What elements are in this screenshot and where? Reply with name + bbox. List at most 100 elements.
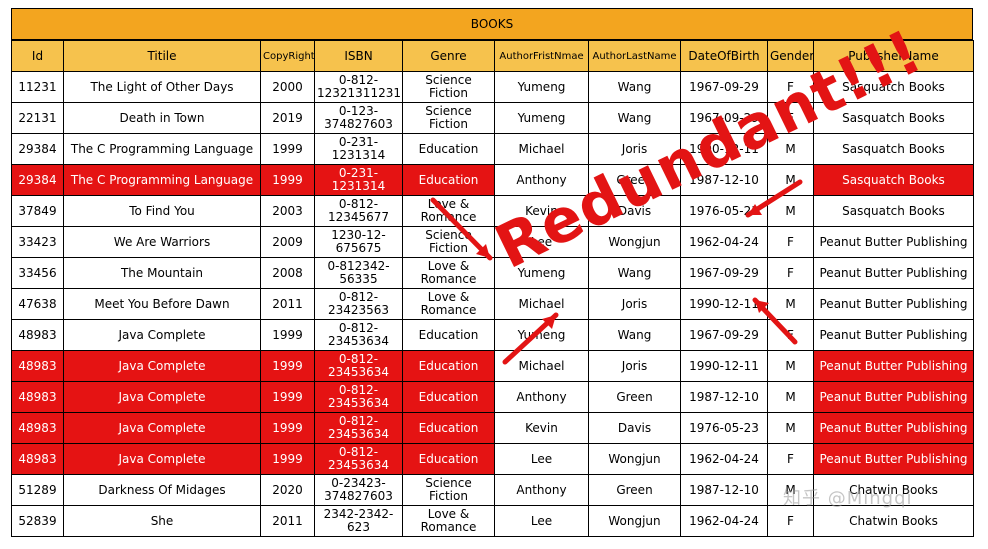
cell-author-last-name: Wongjun bbox=[588, 443, 681, 475]
header-genre: Genre bbox=[402, 40, 495, 72]
cell-title: Java Complete bbox=[63, 350, 261, 382]
cell-author-first-name: Lee bbox=[494, 505, 589, 537]
cell-publisher-name: Sasquatch Books bbox=[813, 133, 974, 165]
cell-id: 52839 bbox=[11, 505, 64, 537]
table-row: 29384 The C Programming Language 1999 0-231… bbox=[11, 164, 974, 196]
cell-author-last-name: Davis bbox=[588, 412, 681, 444]
cell-title: We Are Warriors bbox=[63, 226, 261, 258]
cell-isbn: 0-123-374827603 bbox=[314, 102, 403, 134]
header-date-of-birth: DateOfBirth bbox=[680, 40, 768, 72]
cell-author-last-name: Wang bbox=[588, 71, 681, 103]
header-author-last-name: AuthorLastName bbox=[588, 40, 681, 72]
cell-isbn: 0-812-23453634 bbox=[314, 412, 403, 444]
cell-publisher-name: Peanut Butter Publishing bbox=[813, 226, 974, 258]
cell-author-last-name: Wang bbox=[588, 257, 681, 289]
cell-genre: Science Fiction bbox=[402, 474, 495, 506]
cell-id: 48983 bbox=[11, 319, 64, 351]
cell-publisher-name: Peanut Butter Publishing bbox=[813, 350, 974, 382]
table-row: 48983 Java Complete 1999 0-812-23453634 Educ… bbox=[11, 350, 974, 382]
cell-gender: F bbox=[767, 319, 814, 351]
cell-title: Death in Town bbox=[63, 102, 261, 134]
cell-gender: M bbox=[767, 164, 814, 196]
cell-id: 22131 bbox=[11, 102, 64, 134]
cell-id: 33423 bbox=[11, 226, 64, 258]
cell-isbn: 0-812-23453634 bbox=[314, 443, 403, 475]
cell-copyright: 2011 bbox=[260, 505, 315, 537]
cell-author-first-name: Michael bbox=[494, 350, 589, 382]
cell-title: The Mountain bbox=[63, 257, 261, 289]
cell-genre: Education bbox=[402, 350, 495, 382]
cell-title: The C Programming Language bbox=[63, 133, 261, 165]
cell-genre: Education bbox=[402, 319, 495, 351]
cell-id: 48983 bbox=[11, 350, 64, 382]
cell-isbn: 0-231-1231314 bbox=[314, 164, 403, 196]
cell-copyright: 2011 bbox=[260, 288, 315, 320]
cell-isbn: 2342-2342-623 bbox=[314, 505, 403, 537]
table-title: BOOKS bbox=[11, 8, 973, 40]
cell-id: 47638 bbox=[11, 288, 64, 320]
cell-id: 33456 bbox=[11, 257, 64, 289]
cell-author-last-name: Joris bbox=[588, 288, 681, 320]
cell-date-of-birth: 1962-04-24 bbox=[680, 226, 768, 258]
cell-publisher-name: Peanut Butter Publishing bbox=[813, 412, 974, 444]
cell-publisher-name: Peanut Butter Publishing bbox=[813, 288, 974, 320]
cell-author-last-name: Wang bbox=[588, 319, 681, 351]
cell-date-of-birth: 1967-09-29 bbox=[680, 319, 768, 351]
watermark: 知乎 @Mingqi bbox=[783, 488, 913, 509]
cell-copyright: 1999 bbox=[260, 443, 315, 475]
cell-isbn: 0-812-12345677 bbox=[314, 195, 403, 227]
cell-author-first-name: Yumeng bbox=[494, 71, 589, 103]
cell-copyright: 2020 bbox=[260, 474, 315, 506]
cell-genre: Education bbox=[402, 381, 495, 413]
cell-copyright: 2009 bbox=[260, 226, 315, 258]
cell-isbn: 0-812342-56335 bbox=[314, 257, 403, 289]
cell-id: 51289 bbox=[11, 474, 64, 506]
cell-genre: Science Fiction bbox=[402, 226, 495, 258]
cell-author-last-name: Green bbox=[588, 474, 681, 506]
cell-id: 37849 bbox=[11, 195, 64, 227]
cell-gender: M bbox=[767, 288, 814, 320]
cell-author-first-name: Kevin bbox=[494, 412, 589, 444]
cell-genre: Education bbox=[402, 443, 495, 475]
cell-genre: Science Fiction bbox=[402, 102, 495, 134]
table-body: 11231 The Light of Other Days 2000 0-812-12… bbox=[11, 71, 974, 537]
cell-copyright: 1999 bbox=[260, 164, 315, 196]
table-row: 48983 Java Complete 1999 0-812-23453634 Educ… bbox=[11, 381, 974, 413]
cell-id: 11231 bbox=[11, 71, 64, 103]
header-author-first-name: AuthorFristNmae bbox=[494, 40, 589, 72]
cell-copyright: 2000 bbox=[260, 71, 315, 103]
cell-id: 48983 bbox=[11, 412, 64, 444]
cell-publisher-name: Peanut Butter Publishing bbox=[813, 443, 974, 475]
cell-copyright: 2003 bbox=[260, 195, 315, 227]
header-id: Id bbox=[11, 40, 64, 72]
cell-date-of-birth: 1987-12-10 bbox=[680, 474, 768, 506]
cell-copyright: 2019 bbox=[260, 102, 315, 134]
cell-isbn: 0-812-12321311231 bbox=[314, 71, 403, 103]
cell-gender: M bbox=[767, 381, 814, 413]
cell-date-of-birth: 1976-05-23 bbox=[680, 412, 768, 444]
cell-id: 48983 bbox=[11, 443, 64, 475]
cell-copyright: 2008 bbox=[260, 257, 315, 289]
cell-genre: Education bbox=[402, 164, 495, 196]
cell-publisher-name: Sasquatch Books bbox=[813, 195, 974, 227]
cell-genre: Education bbox=[402, 412, 495, 444]
cell-title: The Light of Other Days bbox=[63, 71, 261, 103]
cell-title: Java Complete bbox=[63, 381, 261, 413]
table-row: 48983 Java Complete 1999 0-812-23453634 Educ… bbox=[11, 443, 974, 475]
cell-author-last-name: Wongjun bbox=[588, 505, 681, 537]
cell-genre: Education bbox=[402, 133, 495, 165]
cell-gender: F bbox=[767, 226, 814, 258]
cell-gender: M bbox=[767, 350, 814, 382]
table-row: 33456 The Mountain 2008 0-812342-56335 Love … bbox=[11, 257, 974, 289]
cell-author-last-name: Wang bbox=[588, 102, 681, 134]
cell-genre: Love & Romance bbox=[402, 257, 495, 289]
cell-gender: M bbox=[767, 195, 814, 227]
cell-genre: Love & Romance bbox=[402, 195, 495, 227]
cell-author-first-name: Yumeng bbox=[494, 102, 589, 134]
cell-author-first-name: Michael bbox=[494, 133, 589, 165]
table-row: 29384 The C Programming Language 1999 0-231… bbox=[11, 133, 974, 165]
cell-title: She bbox=[63, 505, 261, 537]
cell-isbn: 0-812-23453634 bbox=[314, 350, 403, 382]
table-row: 47638 Meet You Before Dawn 2011 0-812-23423… bbox=[11, 288, 974, 320]
cell-title: The C Programming Language bbox=[63, 164, 261, 196]
